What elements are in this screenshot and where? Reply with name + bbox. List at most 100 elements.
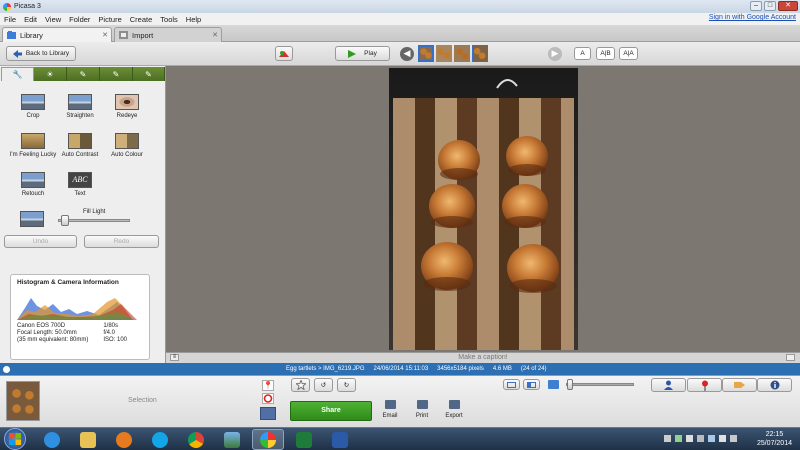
filmstrip-thumb[interactable] [454, 45, 470, 62]
tab-import[interactable]: Import ✕ [114, 27, 222, 42]
zoom-photo-icon [548, 380, 559, 389]
tray-expand-icon[interactable] [664, 435, 671, 442]
taskbar-media-player[interactable] [108, 429, 140, 450]
menu-edit[interactable]: Edit [20, 15, 41, 24]
photo-position: (24 of 24) [520, 366, 547, 372]
caption-toggle-button[interactable]: ≡ [170, 354, 179, 361]
tab-library[interactable]: Library ✕ [2, 27, 112, 42]
maximize-button[interactable]: □ [764, 1, 776, 11]
menu-help[interactable]: Help [182, 15, 205, 24]
bottom-bar: Selection 📍 ↺ ↻ Share Email Print Export [0, 375, 800, 428]
info-toggle-icon[interactable] [3, 365, 10, 373]
taskbar-explorer[interactable] [72, 429, 104, 450]
star-button[interactable] [291, 378, 310, 392]
tray-sound-icon[interactable] [730, 435, 737, 442]
chrome-icon [188, 431, 204, 448]
tray-volume-icon[interactable] [697, 435, 704, 442]
selection-thumbnail[interactable] [6, 381, 40, 421]
iso: ISO: 100 [103, 337, 127, 343]
menu-view[interactable]: View [41, 15, 65, 24]
taskbar-excel[interactable] [288, 429, 320, 450]
photo-viewer-icon [224, 431, 240, 448]
main-photo[interactable] [389, 68, 578, 350]
rotate-left-button[interactable]: ↺ [314, 378, 333, 392]
places-button[interactable] [687, 378, 722, 392]
tab-more-effects[interactable]: ✎ [100, 67, 133, 81]
redo-button[interactable]: Redo [84, 235, 159, 248]
taskbar-chrome[interactable] [180, 429, 212, 450]
taskbar-picasa[interactable] [252, 429, 284, 450]
export-button[interactable]: Export [440, 400, 468, 419]
sign-in-link[interactable]: Sign in with Google Account [709, 14, 796, 21]
zoom-slider-thumb[interactable] [567, 379, 574, 390]
share-button[interactable]: Share [290, 401, 372, 421]
tray-network-icon[interactable] [686, 435, 693, 442]
email-button[interactable]: Email [376, 400, 404, 419]
rotate-right-button[interactable]: ↻ [337, 378, 356, 392]
tray-battery-icon[interactable] [708, 435, 715, 442]
taskbar-word[interactable] [324, 429, 356, 450]
undo-button[interactable]: Undo [4, 235, 77, 248]
menu-folder[interactable]: Folder [65, 15, 94, 24]
minimize-button[interactable]: – [750, 1, 762, 11]
import-icon [119, 31, 128, 39]
clear-red-icon [263, 394, 273, 403]
histogram-title: Histogram & Camera Information [17, 279, 119, 286]
edit-in-picnik-button[interactable] [275, 46, 293, 61]
menu-tools[interactable]: Tools [156, 15, 182, 24]
folder-icon [80, 431, 96, 448]
tab-tuning[interactable]: ☀ [34, 67, 67, 81]
add-to-album-button[interactable] [260, 407, 276, 420]
tray-flag-icon[interactable] [675, 435, 682, 442]
crop-thumb-icon [21, 94, 45, 110]
taskbar-skype[interactable] [144, 429, 176, 450]
star-icon [295, 380, 306, 390]
filmstrip-thumb[interactable] [436, 45, 452, 62]
zoom-slider-track[interactable] [566, 383, 634, 386]
print-button[interactable]: Print [408, 400, 436, 419]
tab-row: Library ✕ Import ✕ [0, 25, 800, 42]
caption-side-button[interactable] [786, 354, 795, 361]
close-button[interactable]: ✕ [778, 1, 798, 11]
menu-picture[interactable]: Picture [94, 15, 125, 24]
view-compare-button[interactable] [523, 379, 540, 390]
view-single-button[interactable] [503, 379, 520, 390]
tags-button[interactable] [722, 378, 757, 392]
media-player-icon [116, 431, 132, 448]
menu-create[interactable]: Create [126, 15, 157, 24]
clear-selection-button[interactable] [262, 393, 274, 404]
taskbar-clock[interactable]: 22:15 25/07/2014 [757, 430, 792, 448]
auto-colour-tool[interactable]: Auto Colour [97, 133, 157, 173]
hold-green-pin-icon[interactable]: 📍 [262, 380, 274, 391]
play-slideshow-button[interactable]: Play [335, 46, 390, 61]
caption-mode-aa-button[interactable]: A|A [619, 47, 638, 60]
tab-import-close-icon[interactable]: ✕ [212, 31, 218, 39]
people-button[interactable] [651, 378, 686, 392]
tab-import-label: Import [132, 30, 154, 40]
info-button[interactable] [757, 378, 792, 392]
filmstrip-thumb[interactable] [472, 45, 488, 62]
sun-icon: ☀ [46, 69, 54, 79]
filmstrip-thumb[interactable] [418, 45, 434, 62]
focal-equivalent: (35 mm equivalent: 80mm) [17, 337, 89, 343]
tab-effects[interactable]: ✎ [67, 67, 100, 81]
menu-file[interactable]: File [0, 15, 20, 24]
caption-input[interactable]: Make a caption! [166, 352, 800, 363]
tab-basic-fixes[interactable]: 🔧 [1, 67, 34, 81]
fill-light-slider-thumb[interactable] [61, 215, 70, 226]
text-tool[interactable]: ABC Text [50, 172, 110, 212]
back-to-library-button[interactable]: Back to Library [6, 46, 76, 61]
map-pin-icon [701, 380, 708, 391]
previous-photo-button[interactable]: ◀ [400, 47, 414, 61]
tab-library-close-icon[interactable]: ✕ [102, 31, 108, 39]
next-photo-button[interactable]: ▶ [548, 47, 562, 61]
taskbar-ie[interactable] [36, 429, 68, 450]
tray-keyboard-icon[interactable] [719, 435, 726, 442]
redeye-tool[interactable]: Redeye [97, 94, 157, 134]
start-button[interactable] [4, 428, 26, 450]
caption-mode-ab-button[interactable]: A|B [596, 47, 615, 60]
taskbar-photo-viewer[interactable] [216, 429, 248, 450]
caption-mode-a-button[interactable]: A [574, 47, 591, 60]
tab-even-more-effects[interactable]: ✎ [133, 67, 165, 81]
text-label: Text [74, 191, 86, 197]
